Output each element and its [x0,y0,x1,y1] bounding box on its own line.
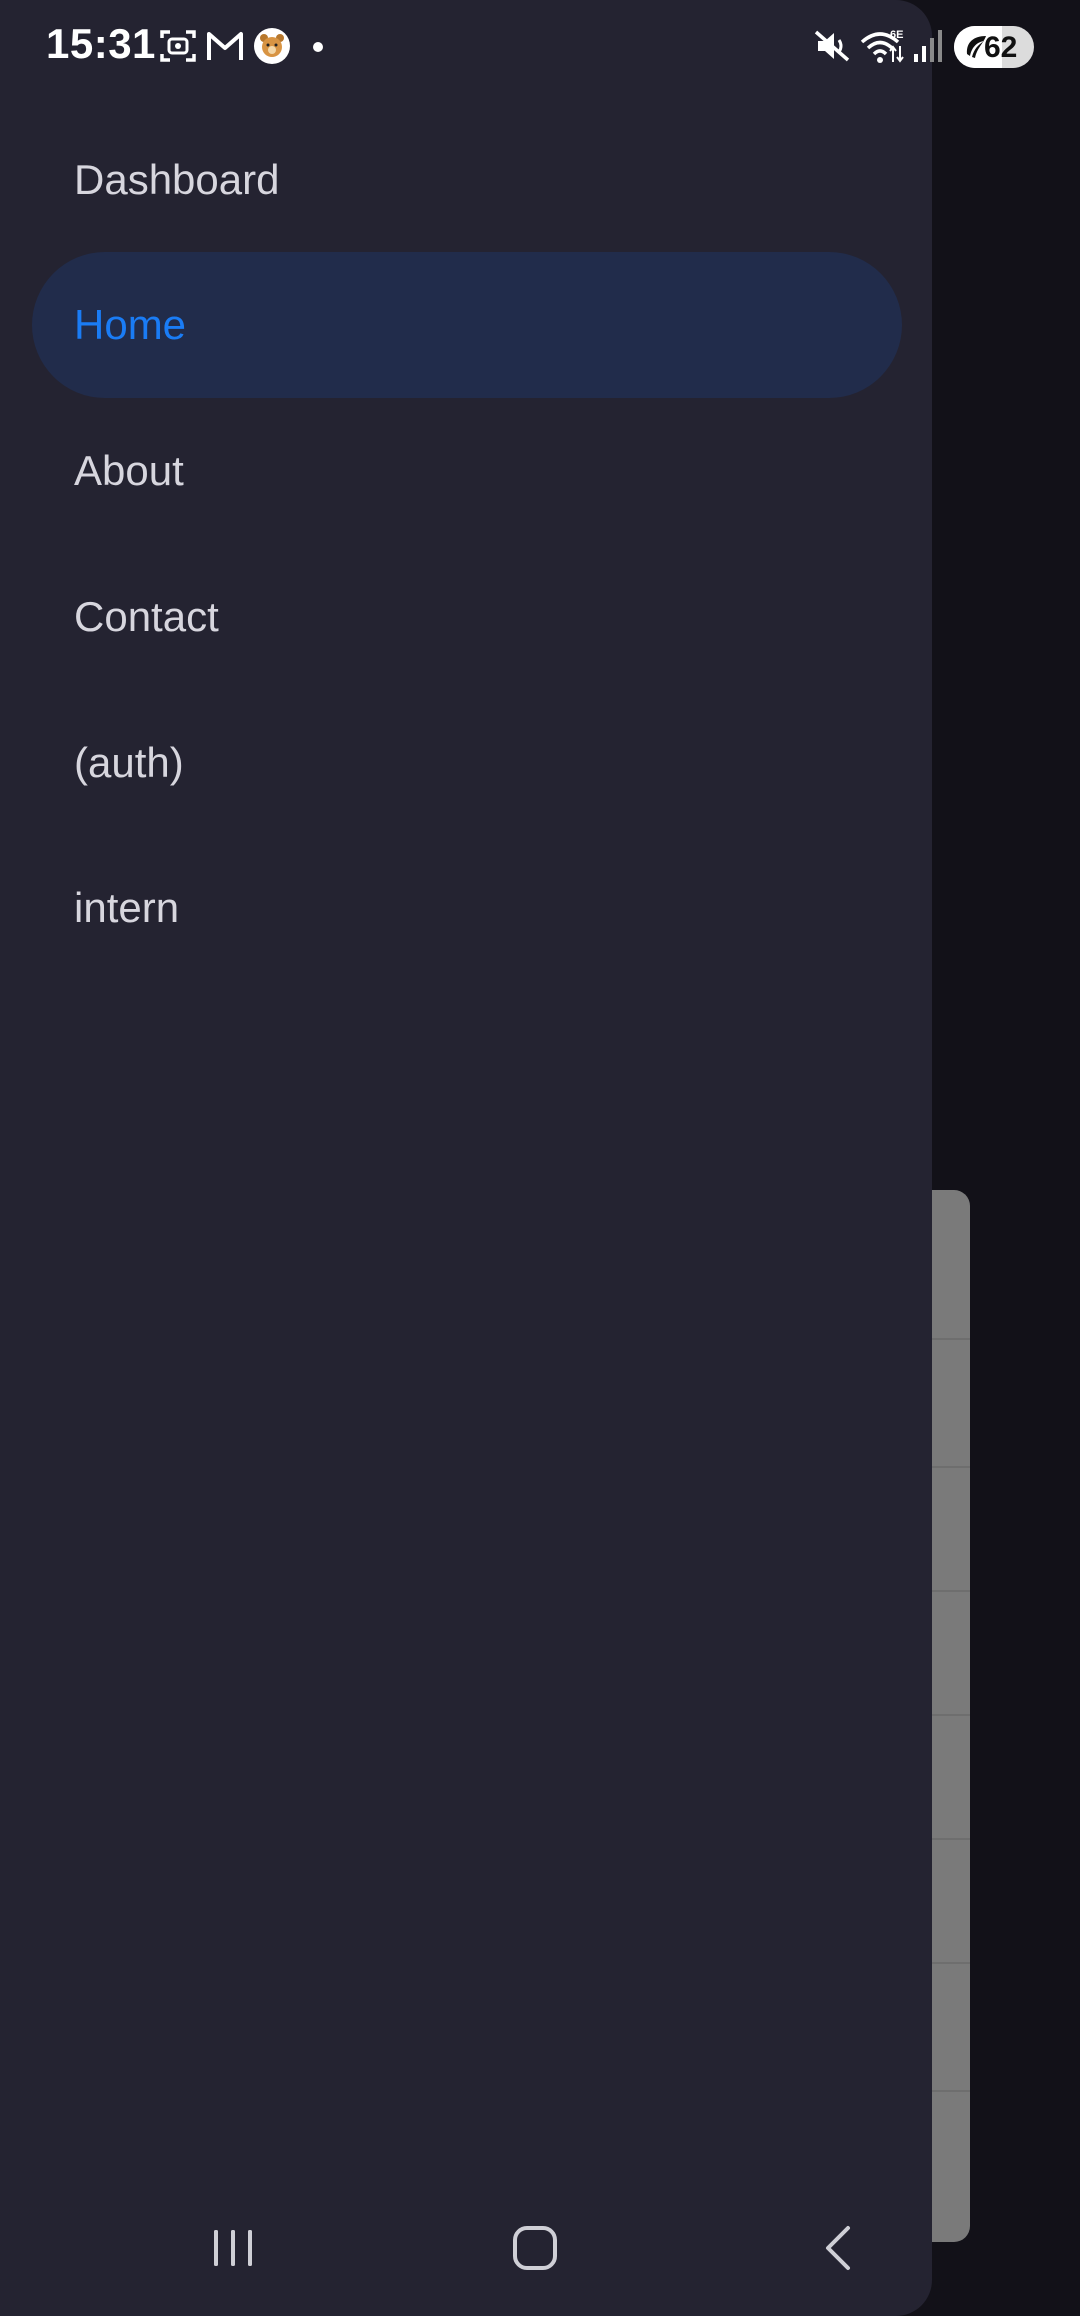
back-icon [826,2226,850,2270]
bear-app-icon [254,28,290,64]
dot-icon [313,42,323,52]
home-icon [513,2226,557,2270]
drawer-item-contact[interactable]: Contact [32,544,902,690]
battery-level: 62 [984,31,1018,64]
mute-icon [814,30,850,62]
drawer-item-home[interactable]: Home [32,252,902,398]
recents-icon [214,2230,252,2266]
back-button[interactable] [758,2180,918,2316]
status-time: 15:31 [46,20,156,67]
drawer-item-auth[interactable]: (auth) [32,690,902,836]
screenshot-icon [160,30,196,62]
drawer-item-label: About [74,447,184,494]
svg-text:6E: 6E [890,29,903,41]
screen: Dashboard Home About Contact (auth) inte… [0,0,1080,2316]
drawer-item-about[interactable]: About [32,398,902,544]
drawer-item-label: intern [74,884,180,931]
signal-icon [914,30,942,62]
drawer-item-label: Home [74,301,187,348]
drawer-item-intern[interactable]: intern [32,835,902,981]
drawer-item-label: (auth) [74,739,184,786]
drawer-item-dashboard[interactable]: Dashboard [32,107,902,253]
home-button[interactable] [455,2180,615,2316]
drawer-item-label: Dashboard [74,156,280,203]
wifi-6e-icon: 6E [860,29,904,63]
battery-indicator: 62 [954,26,1034,68]
drawer-item-label: Contact [74,593,219,640]
system-nav-bar [0,2180,932,2316]
gmail-icon [207,32,243,60]
recents-button[interactable] [153,2180,313,2316]
status-bar: 15:31 6E 62 [0,0,1080,96]
navigation-drawer: Dashboard Home About Contact (auth) inte… [0,0,932,2316]
